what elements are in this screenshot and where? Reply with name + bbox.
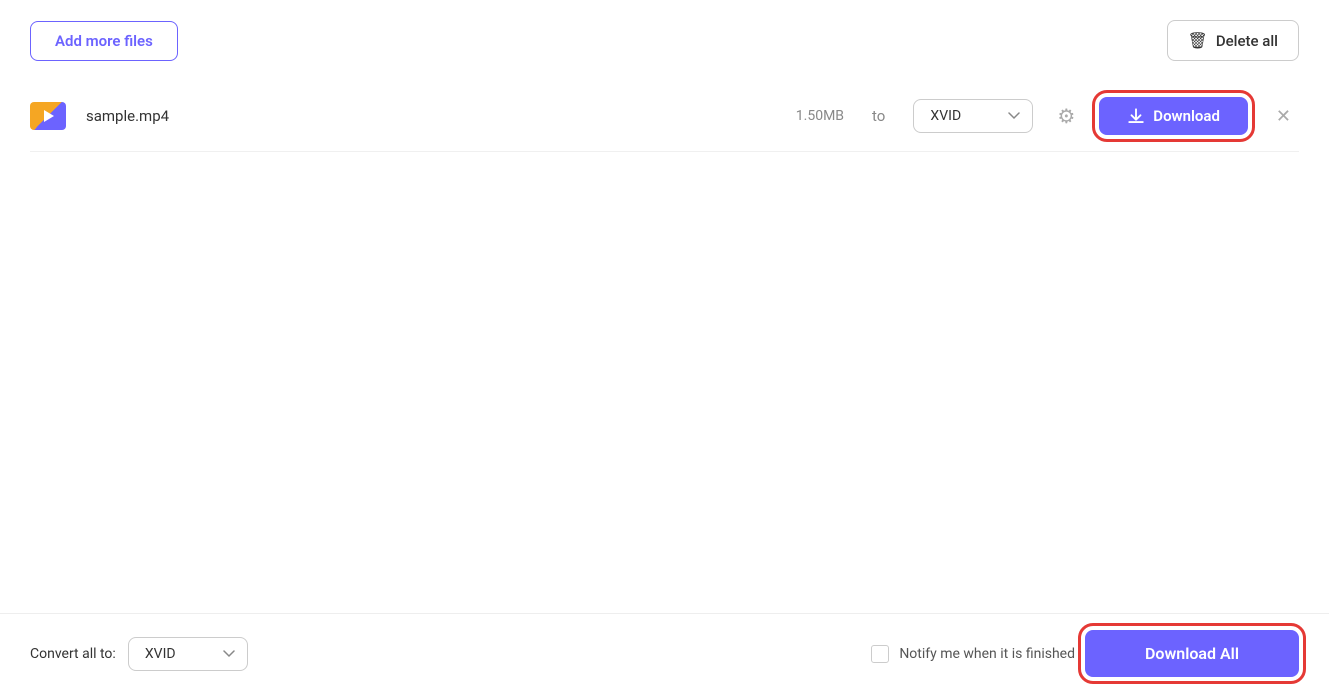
play-icon: [44, 110, 54, 122]
download-all-button[interactable]: Download All: [1085, 630, 1299, 677]
add-more-files-button[interactable]: Add more files: [30, 21, 178, 61]
bottom-bar: Convert all to: XVID MP4 AVI MKV MOV WMV…: [0, 613, 1329, 693]
file-name: sample.mp4: [86, 107, 169, 125]
settings-button[interactable]: ⚙: [1053, 100, 1079, 132]
video-icon-graphic: [30, 102, 66, 130]
settings-icon: ⚙: [1057, 104, 1075, 128]
main-container: Add more files 🗑 Delete all sample.mp4 1…: [0, 0, 1329, 693]
video-file-icon: [30, 98, 66, 134]
file-size: 1.50MB: [764, 108, 844, 124]
delete-all-label: Delete all: [1216, 32, 1278, 50]
delete-all-button[interactable]: 🗑 Delete all: [1167, 20, 1300, 61]
close-file-button[interactable]: ✕: [1268, 102, 1299, 131]
convert-all-label: Convert all to:: [30, 646, 116, 662]
download-label: Download: [1153, 107, 1220, 125]
download-arrow-icon: [1127, 107, 1145, 125]
notify-label: Notify me when it is finished: [899, 646, 1075, 662]
format-select[interactable]: XVID MP4 AVI MKV MOV WMV: [913, 99, 1033, 133]
notify-container: Notify me when it is finished Download A…: [871, 630, 1299, 677]
convert-all-container: Convert all to: XVID MP4 AVI MKV MOV WMV: [30, 637, 248, 671]
notify-checkbox[interactable]: [871, 645, 889, 663]
trash-icon: 🗑: [1188, 31, 1208, 50]
download-button[interactable]: Download: [1099, 97, 1248, 135]
convert-all-select[interactable]: XVID MP4 AVI MKV MOV WMV: [128, 637, 248, 671]
file-info: sample.mp4: [86, 107, 744, 125]
top-bar: Add more files 🗑 Delete all: [30, 20, 1299, 61]
file-row: sample.mp4 1.50MB to XVID MP4 AVI MKV MO…: [30, 81, 1299, 152]
to-label: to: [872, 107, 885, 125]
close-icon: ✕: [1276, 106, 1291, 127]
content-area: [30, 152, 1299, 693]
